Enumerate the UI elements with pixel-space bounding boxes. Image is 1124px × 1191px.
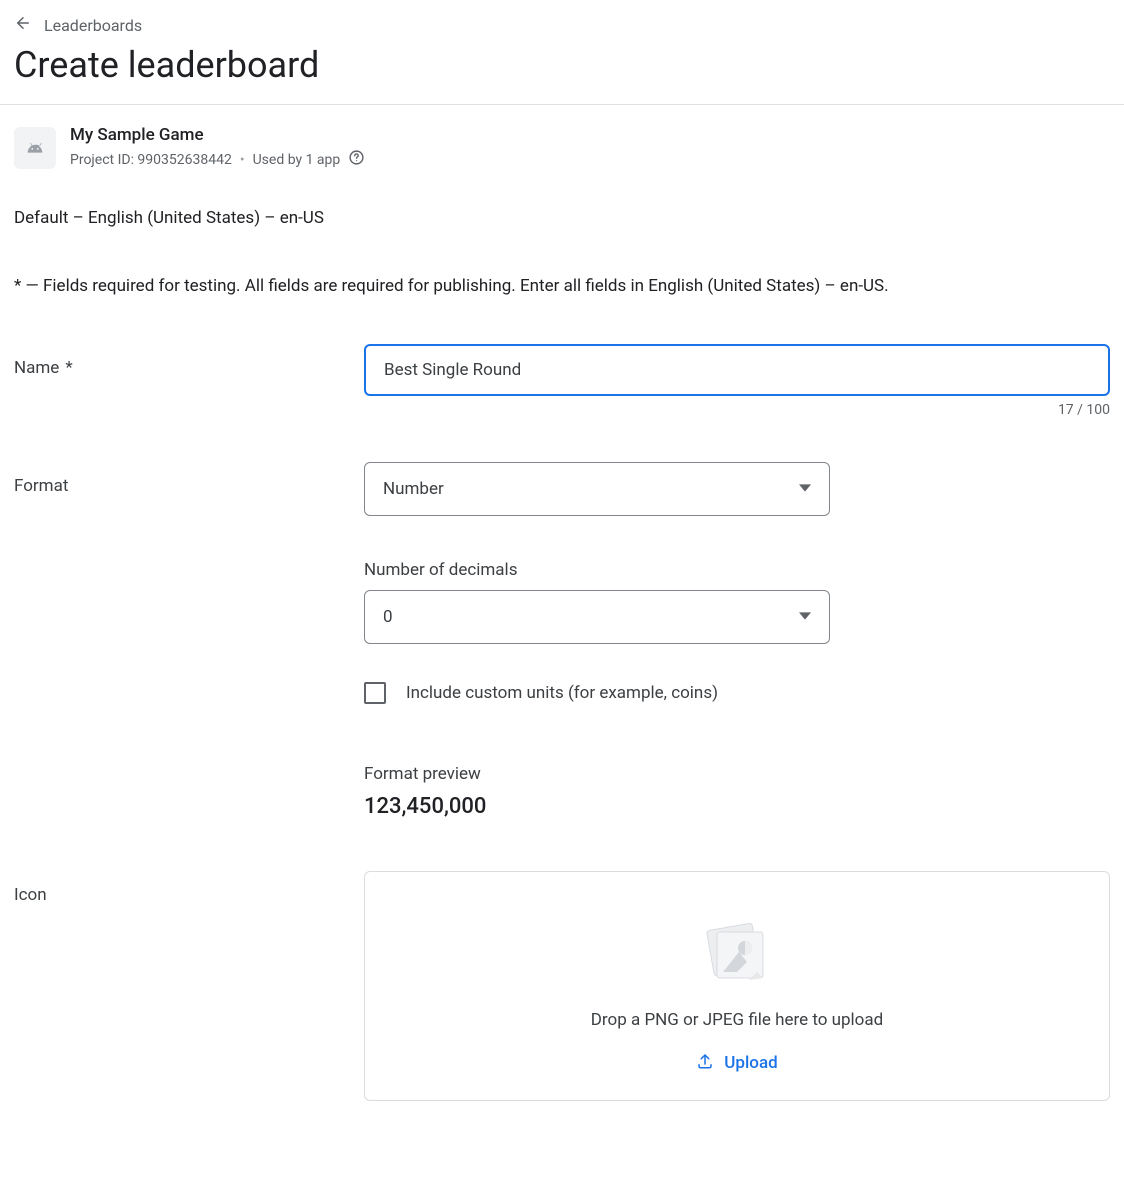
format-preview-label: Format preview [364,764,1110,784]
dropzone-text: Drop a PNG or JPEG file here to upload [591,1010,883,1030]
decimals-select[interactable]: 0 [364,590,830,644]
project-name: My Sample Game [70,125,365,145]
android-icon [14,127,56,169]
format-select[interactable]: Number [364,462,830,516]
divider [0,104,1124,105]
format-label: Format [14,462,364,496]
upload-button[interactable]: Upload [696,1052,777,1075]
back-to-leaderboards[interactable]: Leaderboards [14,14,142,36]
image-stack-icon [699,918,775,994]
name-input[interactable] [364,344,1110,396]
decimals-label: Number of decimals [364,560,1110,580]
custom-units-label: Include custom units (for example, coins… [406,683,718,703]
name-label: Name* [14,344,364,378]
required-note: * — Fields required for testing. All fie… [14,276,1110,296]
format-selected: Number [383,479,444,499]
decimals-selected: 0 [383,607,393,627]
page-title: Create leaderboard [14,44,1110,86]
upload-icon [696,1052,714,1075]
project-usage: Used by 1 app [253,152,341,168]
project-summary: My Sample Game Project ID: 990352638442 … [14,125,1110,170]
separator-dot: • [240,152,245,168]
icon-dropzone[interactable]: Drop a PNG or JPEG file here to upload U… [364,871,1110,1101]
arrow-left-icon [14,14,32,36]
name-char-count: 17 / 100 [364,402,1110,418]
breadcrumb-label: Leaderboards [44,16,142,35]
upload-label: Upload [724,1053,777,1073]
icon-label: Icon [14,871,364,905]
help-icon[interactable] [348,149,365,170]
project-id: Project ID: 990352638442 [70,152,232,168]
custom-units-checkbox[interactable] [364,682,386,704]
format-preview-value: 123,450,000 [364,794,1110,819]
locale-line: Default – English (United States) – en-U… [14,208,1110,228]
caret-down-icon [799,607,811,627]
caret-down-icon [799,479,811,499]
